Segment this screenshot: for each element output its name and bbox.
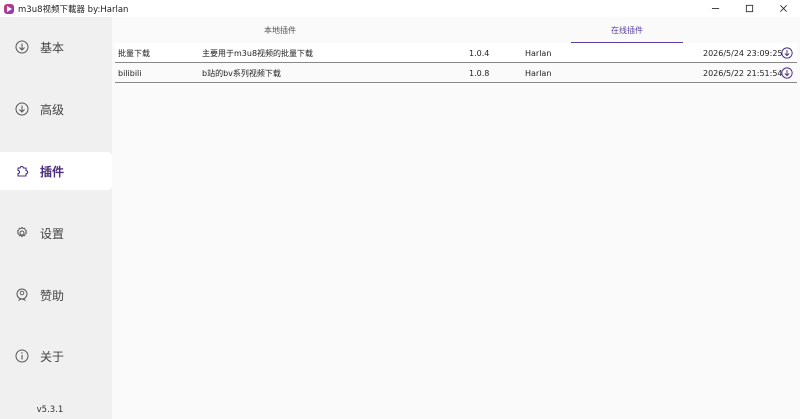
table-row[interactable]: 批量下载 主要用于m3u8视频的批量下载 1.0.4 Harlan 2026/5… — [115, 43, 797, 63]
sidebar-item-label: 设置 — [40, 226, 65, 241]
tab-online-plugins[interactable]: 在线插件 — [571, 17, 683, 43]
gear-icon — [15, 226, 29, 240]
main-panel: 本地插件 在线插件 批量下载 主要用于m3u8视频的批量下载 1.0.4 Har… — [112, 17, 800, 419]
plugin-description: 主要用于m3u8视频的批量下载 — [202, 48, 314, 58]
version-label: v5.3.1 — [36, 405, 64, 415]
download-button[interactable] — [780, 63, 794, 83]
sponsor-icon — [15, 288, 29, 302]
sidebar-item-label: 赞助 — [40, 288, 65, 303]
sidebar-item-about[interactable]: 关于 — [0, 337, 112, 375]
plugin-date: 2026/5/24 23:09:25 — [703, 48, 783, 58]
download-button[interactable] — [780, 43, 794, 63]
plugin-date: 2026/5/22 21:51:54 — [703, 68, 783, 78]
sidebar: 基本 高级 插件 设置 赞助 关于 v5.3.1 — [0, 17, 112, 419]
plugin-name: bilibili — [118, 68, 142, 78]
minimize-icon — [711, 8, 719, 9]
maximize-icon — [745, 4, 753, 13]
sidebar-item-label: 关于 — [40, 349, 65, 364]
sidebar-item-label: 插件 — [40, 164, 65, 179]
plugin-table: 批量下载 主要用于m3u8视频的批量下载 1.0.4 Harlan 2026/5… — [115, 43, 797, 83]
plugin-description: b站的bv系列视频下载 — [202, 68, 281, 78]
tab-local-plugins[interactable]: 本地插件 — [224, 17, 336, 43]
sidebar-item-sponsor[interactable]: 赞助 — [0, 276, 112, 314]
plugin-version: 1.0.4 — [469, 48, 490, 58]
sidebar-item-label: 高级 — [40, 102, 65, 117]
info-icon — [15, 349, 29, 363]
plugin-icon — [15, 164, 29, 178]
plugin-version: 1.0.8 — [469, 68, 490, 78]
app-logo-icon — [4, 3, 14, 14]
title-bar: m3u8视频下載器 by:Harlan — [0, 0, 800, 17]
maximize-button[interactable] — [732, 0, 766, 17]
plugin-name: 批量下载 — [118, 48, 150, 58]
sidebar-item-settings[interactable]: 设置 — [0, 214, 112, 252]
download-icon — [781, 67, 793, 79]
plugin-author: Harlan — [525, 68, 552, 78]
sidebar-item-advanced[interactable]: 高级 — [0, 90, 112, 128]
minimize-button[interactable] — [698, 0, 732, 17]
close-button[interactable] — [766, 0, 800, 17]
sidebar-item-label: 基本 — [40, 40, 65, 55]
window-controls — [698, 0, 800, 17]
sidebar-item-basic[interactable]: 基本 — [0, 28, 112, 66]
plugin-tabs: 本地插件 在线插件 — [112, 17, 800, 43]
window-title: m3u8视频下載器 by:Harlan — [18, 4, 129, 15]
download-icon — [781, 47, 793, 59]
close-icon — [779, 5, 787, 12]
download-circle-icon — [15, 40, 29, 54]
table-row[interactable]: bilibili b站的bv系列视频下载 1.0.8 Harlan 2026/5… — [115, 63, 797, 83]
sidebar-item-plugins[interactable]: 插件 — [0, 152, 112, 190]
download-circle-icon — [15, 102, 29, 116]
plugin-author: Harlan — [525, 48, 552, 58]
